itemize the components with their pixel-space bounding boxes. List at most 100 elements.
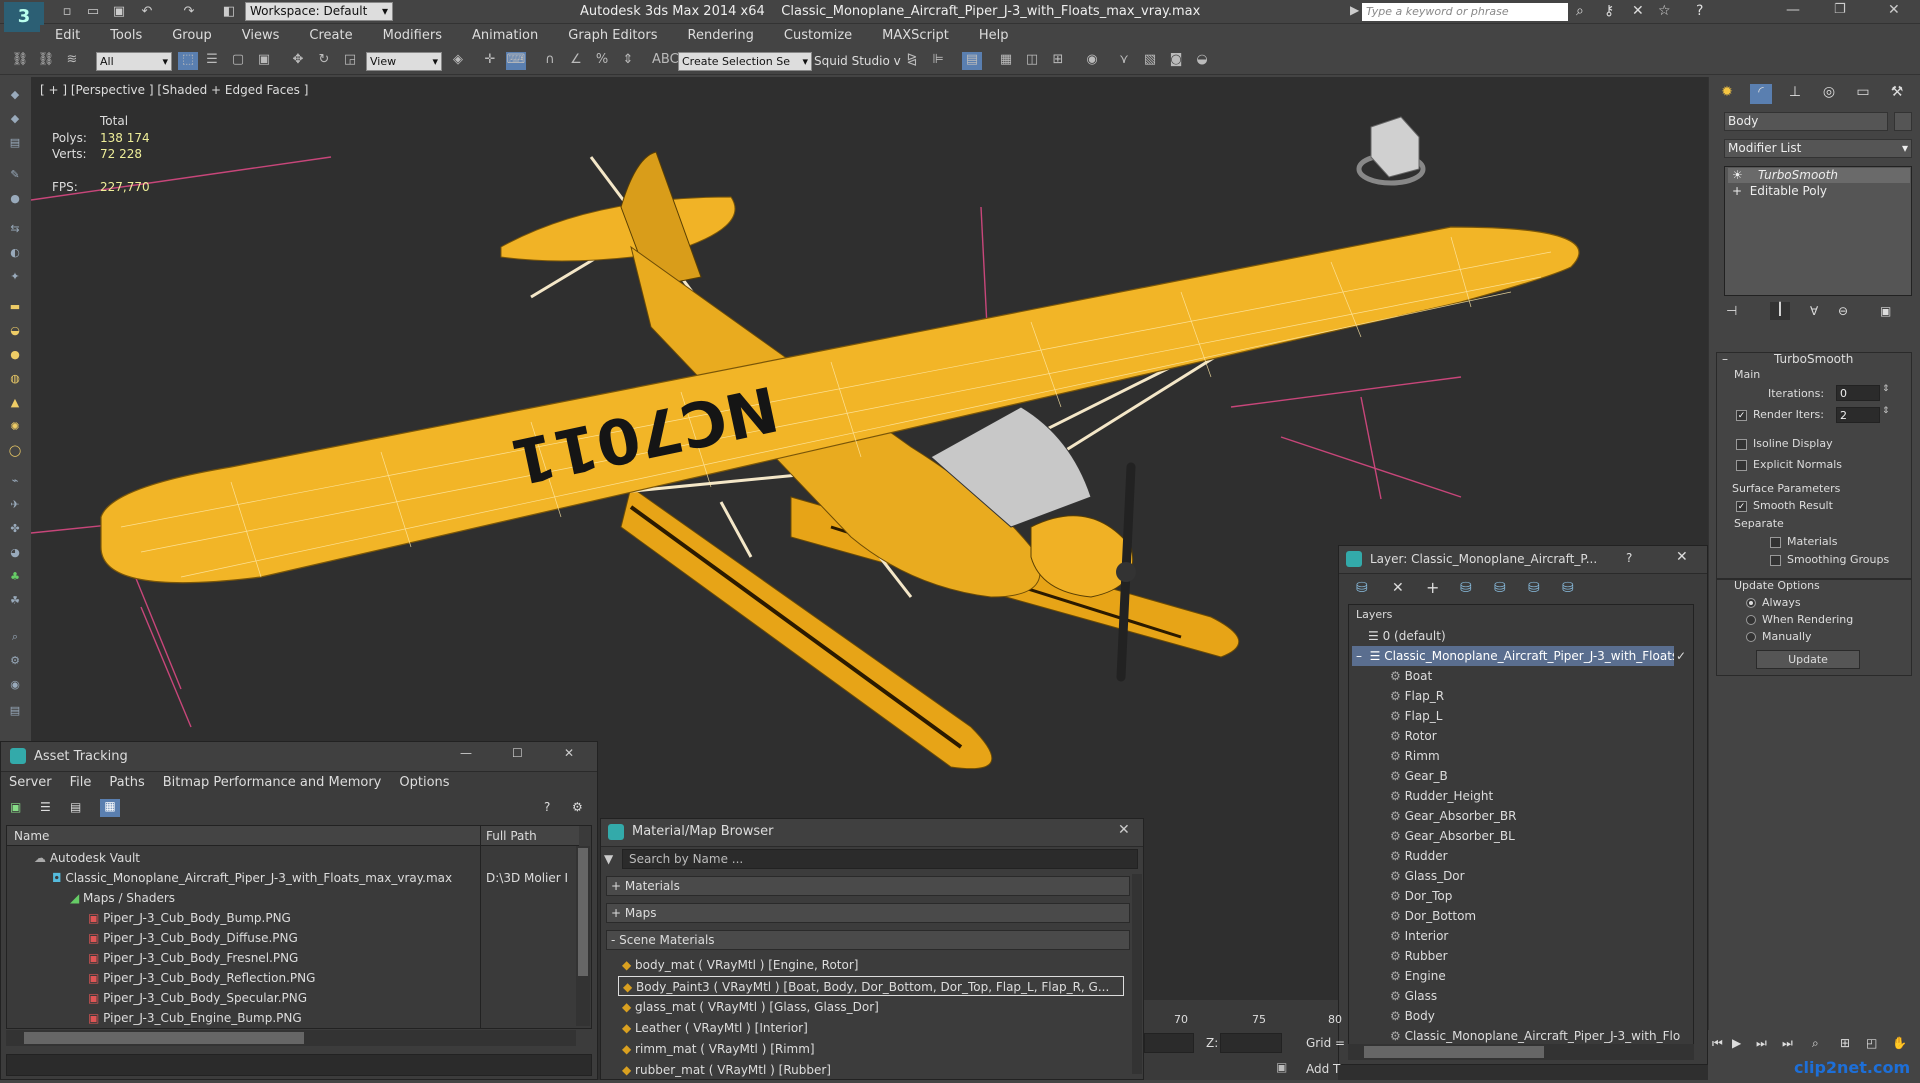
- asset-row[interactable]: ▣ Piper_J-3_Cub_Engine_Bump.PNG: [8, 1008, 478, 1028]
- asset-row[interactable]: ◘ Classic_Monoplane_Aircraft_Piper_J-3_w…: [8, 868, 478, 888]
- menu-graph-editors[interactable]: Graph Editors: [553, 25, 672, 47]
- tool-icon[interactable]: ⇆: [6, 222, 24, 238]
- view-cube[interactable]: [1356, 116, 1426, 186]
- edit-named-selection-icon[interactable]: ABC: [652, 52, 679, 70]
- workspace-dropdown[interactable]: Workspace: Default ▾: [245, 2, 393, 21]
- always-radio[interactable]: [1746, 598, 1756, 608]
- tool-icon[interactable]: ●: [6, 348, 24, 364]
- motion-tab-icon[interactable]: ◎: [1818, 84, 1840, 104]
- bind-spacewarp-icon[interactable]: ≋: [62, 52, 82, 70]
- modify-tab-icon[interactable]: ◜: [1750, 84, 1772, 104]
- z-coordinate-field[interactable]: [1220, 1033, 1282, 1053]
- layer-object-row[interactable]: ⚙ Dor_Top: [1352, 886, 1680, 906]
- help-icon[interactable]: ?: [1696, 3, 1703, 19]
- material-row[interactable]: ◆ rimm_mat ( VRayMtl ) [Rimm]: [618, 1039, 1124, 1059]
- redo-icon[interactable]: ↷: [180, 4, 198, 20]
- asset-row[interactable]: ▣ Piper_J-3_Cub_Body_Fresnel.PNG: [8, 948, 478, 968]
- material-editor-icon[interactable]: ◉: [1082, 52, 1102, 70]
- x-coordinate-field[interactable]: [1144, 1033, 1194, 1053]
- object-name-field[interactable]: Body: [1724, 112, 1888, 131]
- lock-icon[interactable]: ▣: [1276, 1060, 1287, 1074]
- close-icon[interactable]: ✕: [1676, 549, 1688, 565]
- scrollbar-thumb[interactable]: [1364, 1046, 1544, 1058]
- tool-icon[interactable]: ◕: [6, 546, 24, 562]
- layer-object-row[interactable]: ⚙ Gear_B: [1352, 766, 1680, 786]
- display-tab-icon[interactable]: ▭: [1852, 84, 1874, 104]
- tool-icon[interactable]: ♣: [6, 570, 24, 586]
- make-unique-icon[interactable]: ∀: [1810, 304, 1818, 318]
- render-iters-checkbox[interactable]: ✓: [1736, 409, 1747, 421]
- tool-icon[interactable]: ✺: [6, 420, 24, 436]
- align-icon[interactable]: ⊫: [928, 52, 948, 70]
- layer-object-row[interactable]: ⚙ Glass_Dor: [1352, 866, 1680, 886]
- tool-icon[interactable]: ◍: [6, 372, 24, 388]
- layer-object-row[interactable]: ⚙ Flap_L: [1352, 706, 1680, 726]
- layer-object-row[interactable]: ⚙ Body: [1352, 1006, 1680, 1026]
- create-tab-icon[interactable]: ✹: [1716, 84, 1738, 104]
- tool-icon[interactable]: ✦: [6, 270, 24, 286]
- tool-icon[interactable]: ◯: [6, 444, 24, 460]
- menu-views[interactable]: Views: [227, 25, 295, 47]
- tool-icon[interactable]: ▲: [6, 396, 24, 412]
- menu-animation[interactable]: Animation: [457, 25, 553, 47]
- link-icon[interactable]: ⛓: [10, 52, 30, 70]
- layer-object-row[interactable]: ⚙ Rubber: [1352, 946, 1680, 966]
- tools-icon[interactable]: ✕: [1632, 3, 1644, 19]
- materials-checkbox[interactable]: [1770, 536, 1781, 548]
- layer-object-row[interactable]: ⚙ Glass: [1352, 986, 1680, 1006]
- hierarchy-tab-icon[interactable]: ⊥: [1784, 84, 1806, 104]
- layer-row-selected[interactable]: – ☰ Classic_Monoplane_Aircraft_Piper_J-3…: [1352, 646, 1674, 666]
- studio-label[interactable]: Squid Studio v: [814, 54, 901, 68]
- col-path-header[interactable]: Full Path: [486, 829, 537, 843]
- update-button[interactable]: Update: [1756, 650, 1860, 669]
- render-setup-icon[interactable]: ⋎: [1114, 52, 1134, 70]
- table-view-icon[interactable]: ▤: [70, 800, 81, 814]
- maximize-button[interactable]: ☐: [512, 746, 523, 760]
- material-search-input[interactable]: Search by Name ...: [622, 849, 1138, 869]
- asset-row[interactable]: ☁ Autodesk Vault: [8, 848, 478, 868]
- layer-row-default[interactable]: ☰ 0 (default): [1352, 626, 1690, 646]
- material-row[interactable]: ◆ Leather ( VRayMtl ) [Interior]: [618, 1018, 1124, 1038]
- rollout-collapse-icon[interactable]: –: [1722, 352, 1728, 366]
- asset-menu-bitmap-performance-and-memory[interactable]: Bitmap Performance and Memory: [154, 772, 391, 794]
- render-production-icon[interactable]: ◙: [1166, 52, 1186, 70]
- col-name-header[interactable]: Name: [14, 829, 49, 843]
- layer-object-row[interactable]: ⚙ Interior: [1352, 926, 1680, 946]
- material-group-header[interactable]: + Materials: [606, 876, 1130, 896]
- spinner-arrows-icon[interactable]: ⇕: [1882, 384, 1890, 394]
- tool-icon[interactable]: ◉: [6, 678, 24, 694]
- explicit-normals-checkbox[interactable]: [1736, 459, 1747, 471]
- collapse-icon[interactable]: –: [1356, 649, 1362, 663]
- menu-create[interactable]: Create: [294, 25, 367, 47]
- go-to-start-icon[interactable]: ⏮: [1712, 1036, 1723, 1051]
- asset-menu-paths[interactable]: Paths: [100, 772, 153, 794]
- tool-icon[interactable]: ◐: [6, 246, 24, 262]
- layer-object-row[interactable]: ⚙ Boat: [1352, 666, 1680, 686]
- help-button[interactable]: ?: [1626, 551, 1632, 565]
- snaps-toggle-icon[interactable]: ∩: [540, 52, 560, 70]
- asset-row[interactable]: ▣ Piper_J-3_Cub_Body_Specular.PNG: [8, 988, 478, 1008]
- go-to-end-icon[interactable]: ⏭: [1782, 1036, 1793, 1051]
- close-button[interactable]: ✕: [1888, 2, 1900, 18]
- asset-row[interactable]: ▣ Piper_J-3_Cub_Body_Diffuse.PNG: [8, 928, 478, 948]
- render-iters-spinner[interactable]: 2: [1836, 407, 1880, 423]
- tool-icon[interactable]: ✤: [6, 522, 24, 538]
- next-frame-icon[interactable]: ⏭: [1756, 1036, 1767, 1051]
- zoom-icon[interactable]: ⌕: [1812, 1036, 1819, 1051]
- layer-object-row[interactable]: ⚙ Flap_R: [1352, 686, 1680, 706]
- expand-plus-icon[interactable]: +: [1732, 184, 1742, 198]
- minimize-button[interactable]: —: [460, 746, 472, 760]
- layer-object-row[interactable]: ⚙ Gear_Absorber_BL: [1352, 826, 1680, 846]
- material-row[interactable]: ◆ glass_mat ( VRayMtl ) [Glass, Glass_Do…: [618, 997, 1124, 1017]
- rect-selection-icon[interactable]: ▢: [228, 52, 248, 70]
- unlink-icon[interactable]: ⛓: [36, 52, 56, 70]
- tool-icon[interactable]: ●: [6, 192, 24, 208]
- tool-icon[interactable]: ☘: [6, 594, 24, 610]
- tool-icon[interactable]: ◆: [6, 112, 24, 128]
- pivot-center-icon[interactable]: ◈: [448, 52, 468, 70]
- tool-icon[interactable]: ⚙: [6, 654, 24, 670]
- graphite-toolbar-icon[interactable]: ▦: [996, 52, 1016, 70]
- close-icon[interactable]: ✕: [1118, 822, 1130, 838]
- delete-layer-icon[interactable]: ✕: [1392, 580, 1404, 596]
- menu-tools[interactable]: Tools: [95, 25, 157, 47]
